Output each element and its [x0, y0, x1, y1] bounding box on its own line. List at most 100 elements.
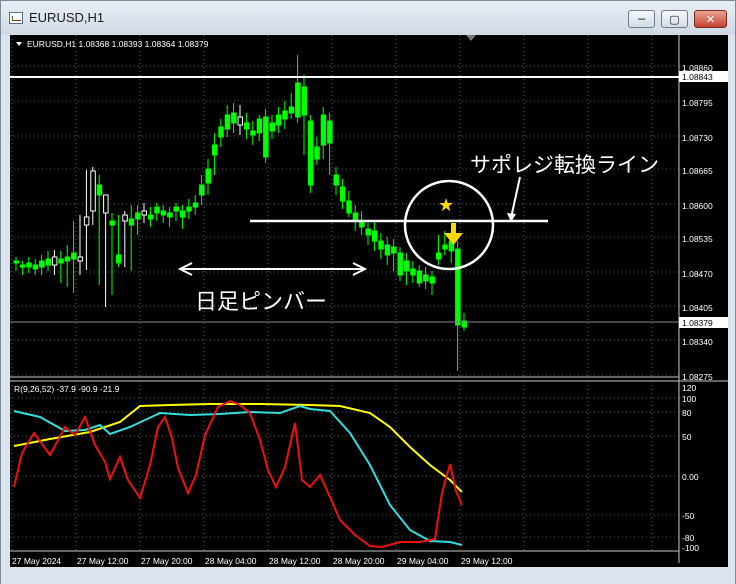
- time-label: 27 May 20:00: [141, 556, 193, 566]
- candle-body: [442, 244, 448, 250]
- indicator-yellow-line: [13, 403, 463, 493]
- candle-body: [282, 110, 288, 120]
- time-label: 28 May 04:00: [205, 556, 257, 566]
- maximize-icon: ▢: [669, 12, 680, 26]
- candle-body: [224, 114, 231, 130]
- star-icon: ★: [438, 195, 454, 215]
- candle-body: [269, 122, 275, 132]
- window-title: EURUSD,H1: [29, 10, 105, 25]
- candle-body: [339, 186, 346, 202]
- indicator-axis-label: 0.00: [682, 472, 699, 482]
- candle-body: [128, 218, 135, 226]
- window-bottom-frame: [1, 567, 735, 584]
- maximize-button[interactable]: ▢: [661, 10, 688, 28]
- price-label: 1.08730: [682, 133, 713, 143]
- price-label: 1.08275: [682, 372, 713, 382]
- indicator-axis-label: -100: [682, 543, 699, 553]
- indicator-axis: 120 100 80 50 0.00 -50 -80 -100: [682, 383, 699, 553]
- price-label: 1.08340: [682, 337, 713, 347]
- candle-body: [371, 230, 378, 242]
- candle-body: [435, 252, 442, 260]
- candle-body: [250, 130, 256, 136]
- candle-body: [205, 168, 211, 184]
- candle-body: [167, 212, 173, 218]
- candle-body: [147, 214, 154, 220]
- time-label: 29 May 12:00: [461, 556, 513, 566]
- candle-body: [327, 120, 333, 144]
- price-label: 1.08470: [682, 269, 713, 279]
- candle-body: [154, 206, 160, 214]
- candle-body: [64, 256, 71, 262]
- time-label: 27 May 2024: [12, 556, 61, 566]
- close-icon: ✕: [705, 12, 716, 26]
- candle-body: [103, 194, 109, 214]
- symbol-header: EURUSD,H1 1.08368 1.08393 1.08364 1.0837…: [27, 39, 209, 49]
- minimize-icon: ─: [638, 12, 645, 26]
- price-label: 1.08795: [682, 98, 713, 108]
- indicator-axis-label: -80: [682, 533, 695, 543]
- candle-body: [314, 146, 320, 160]
- candle-body: [122, 214, 128, 222]
- candle-body: [160, 210, 167, 216]
- price-chart[interactable]: EURUSD,H1 1.08368 1.08393 1.08364 1.0837…: [10, 35, 728, 567]
- indicator-header: R(9,26,52) -37.9 -90.9 -21.9: [14, 384, 120, 394]
- candle-body: [263, 116, 269, 158]
- candle-body: [13, 260, 19, 264]
- candlesticks: [13, 55, 467, 371]
- candle-body: [423, 274, 429, 282]
- candle-body: [256, 118, 263, 134]
- candle-body: [173, 206, 179, 212]
- label-pointer: [510, 176, 521, 219]
- candle-body: [288, 106, 295, 114]
- chart-shift-marker[interactable]: [466, 35, 476, 41]
- price-axis[interactable]: 1.08860 1.08795 1.08730 1.08665 1.08600 …: [679, 63, 728, 382]
- candle-body: [301, 86, 307, 116]
- candle-body: [199, 184, 205, 196]
- candle-body: [26, 262, 32, 268]
- price-label: 1.08665: [682, 166, 713, 176]
- candle-body: [384, 244, 391, 256]
- sell-arrow-icon: [444, 223, 463, 245]
- price-label: 1.08600: [682, 201, 713, 211]
- candle-body: [90, 170, 96, 212]
- indicator-axis-label: 100: [682, 394, 696, 404]
- candle-body: [429, 276, 435, 284]
- candle-body: [275, 114, 282, 126]
- candle-body: [179, 210, 186, 218]
- candle-body: [218, 126, 224, 138]
- price-label: 1.08405: [682, 303, 713, 313]
- close-button[interactable]: ✕: [694, 10, 727, 28]
- candle-body: [378, 240, 384, 250]
- candle-body: [77, 256, 83, 262]
- chart-window-icon: [9, 12, 23, 24]
- candle-body: [403, 260, 410, 272]
- candle-body: [416, 270, 423, 284]
- candle-body: [58, 258, 64, 264]
- candle-body: [39, 260, 45, 268]
- candle-body: [307, 120, 314, 186]
- candle-body: [186, 206, 192, 212]
- candle-body: [141, 210, 147, 216]
- candle-body: [211, 144, 218, 156]
- candle-body: [135, 212, 141, 220]
- candle-body: [109, 220, 115, 226]
- title-bar[interactable]: EURUSD,H1 ─ ▢ ✕: [1, 1, 735, 35]
- symbol-dropdown-icon[interactable]: [16, 42, 22, 46]
- chart-canvas[interactable]: EURUSD,H1 1.08368 1.08393 1.08364 1.0837…: [10, 35, 728, 567]
- candle-body: [365, 228, 371, 236]
- indicator-axis-label: -50: [682, 511, 695, 521]
- candle-body: [237, 116, 243, 126]
- indicator-axis-label: 80: [682, 408, 692, 418]
- indicator-axis-label: 50: [682, 432, 692, 442]
- chart-grid: [10, 35, 679, 551]
- candle-body: [51, 256, 58, 266]
- minimize-button[interactable]: ─: [628, 10, 655, 28]
- candle-body: [71, 252, 77, 260]
- candle-body: [19, 264, 26, 268]
- candle-body: [295, 82, 301, 118]
- time-label: 28 May 20:00: [333, 556, 385, 566]
- candle-body: [410, 268, 416, 276]
- pinbar-label: 日足ピンバー: [195, 289, 327, 314]
- time-label: 28 May 12:00: [269, 556, 321, 566]
- time-axis[interactable]: 27 May 2024 27 May 12:00 27 May 20:00 28…: [12, 556, 513, 566]
